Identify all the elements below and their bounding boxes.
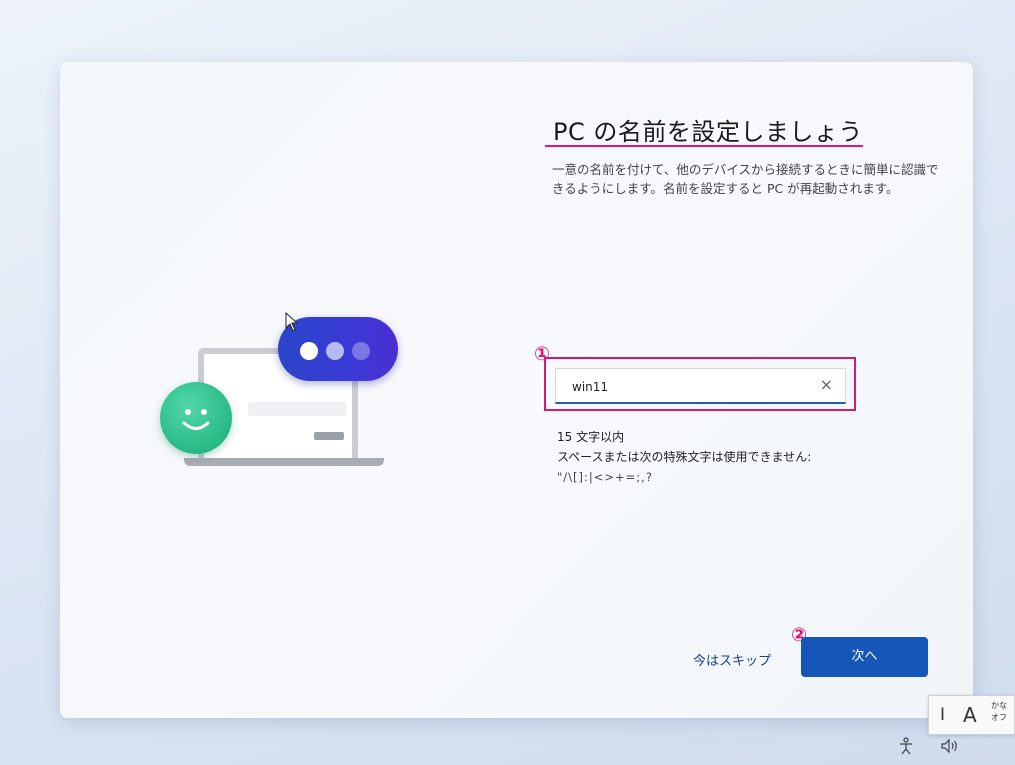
placeholder-bar — [248, 402, 346, 416]
accessibility-icon[interactable] — [898, 737, 914, 759]
hint-length: 15 文字以内 — [557, 430, 625, 444]
next-button[interactable]: 次へ — [801, 637, 928, 677]
hint-rule: スペースまたは次の特殊文字は使用できません: — [557, 450, 812, 464]
pc-name-input[interactable] — [570, 376, 814, 398]
ime-indicator[interactable]: I A かな オフ — [928, 695, 1015, 735]
illustration — [158, 312, 398, 472]
smiley-icon — [160, 382, 232, 454]
hint-forbidden-chars: "/\[]:|<>+=;,? — [557, 470, 653, 484]
ime-kana-line2: オフ — [991, 713, 1007, 722]
bubble-dot — [300, 342, 318, 360]
ime-mode-i: I — [940, 705, 946, 725]
ime-mode-a[interactable]: A — [963, 703, 977, 727]
bubble-dot — [326, 342, 344, 360]
bubble-dot — [352, 342, 370, 360]
placeholder-button — [314, 432, 344, 440]
volume-icon[interactable] — [940, 738, 960, 758]
page-description: 一意の名前を付けて、他のデバイスから接続するときに簡単に認識できるようにします。… — [552, 162, 939, 196]
pc-name-field[interactable]: × — [555, 368, 846, 404]
laptop-base-illustration — [184, 458, 384, 466]
ime-kana-status[interactable]: かな オフ — [991, 700, 1007, 724]
ime-kana-line1: かな — [991, 701, 1007, 710]
clear-icon[interactable]: × — [820, 375, 833, 394]
skip-button[interactable]: 今はスキップ — [693, 650, 771, 669]
page-title: PC の名前を設定しましょう — [553, 118, 863, 146]
mouse-cursor-icon — [285, 311, 299, 336]
title-underline-annotation — [545, 145, 863, 147]
